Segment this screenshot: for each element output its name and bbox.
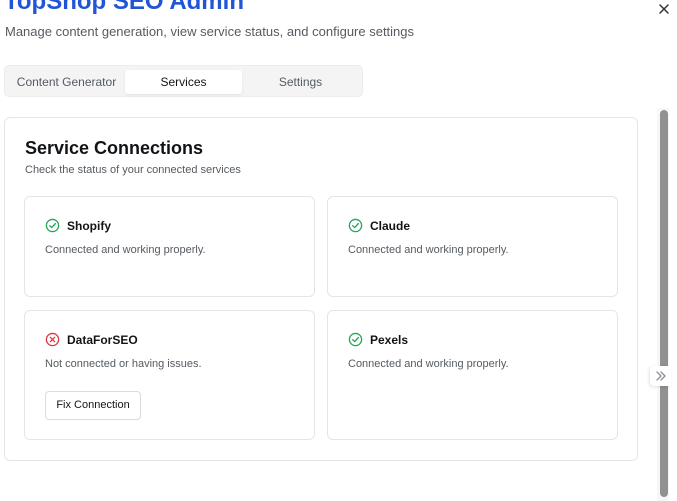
tab-settings[interactable]: Settings <box>242 70 359 94</box>
tab-bar: Content Generator Services Settings <box>4 65 363 97</box>
service-status-text: Not connected or having issues. <box>45 358 202 370</box>
page-title: TopShop SEO Admin <box>4 0 244 15</box>
check-circle-icon <box>348 332 363 347</box>
service-name: DataForSEO <box>67 333 138 347</box>
page-subtitle: Manage content generation, view service … <box>5 24 415 39</box>
service-connections-panel: Service Connections Check the status of … <box>4 117 638 461</box>
side-panel-handle[interactable] <box>650 366 671 386</box>
scrollbar-thumb[interactable] <box>660 110 668 497</box>
service-status-text: Connected and working properly. <box>348 358 509 370</box>
panel-title: Service Connections <box>25 138 204 158</box>
service-card-claude: Claude Connected and working properly. <box>327 196 618 297</box>
tab-content-generator[interactable]: Content Generator <box>8 70 125 94</box>
service-status-text: Connected and working properly. <box>45 244 206 256</box>
x-circle-icon <box>45 332 60 347</box>
check-circle-icon <box>45 218 60 233</box>
service-name: Pexels <box>370 333 409 347</box>
collapse-icon <box>656 371 666 381</box>
service-status-text: Connected and working properly. <box>348 244 509 256</box>
service-card-shopify: Shopify Connected and working properly. <box>24 196 315 297</box>
panel-description: Check the status of your connected servi… <box>25 164 241 176</box>
window-edge <box>671 0 677 501</box>
admin-window: TopShop SEO Admin Manage content generat… <box>0 0 677 501</box>
service-card-dataforseo: DataForSEO Not connected or having issue… <box>24 310 315 440</box>
fix-connection-button[interactable]: Fix Connection <box>45 391 141 420</box>
check-circle-icon <box>348 218 363 233</box>
tab-services[interactable]: Services <box>125 70 242 94</box>
service-name: Shopify <box>67 219 111 233</box>
service-name: Claude <box>370 219 411 233</box>
close-icon[interactable] <box>657 2 671 16</box>
service-card-pexels: Pexels Connected and working properly. <box>327 310 618 440</box>
